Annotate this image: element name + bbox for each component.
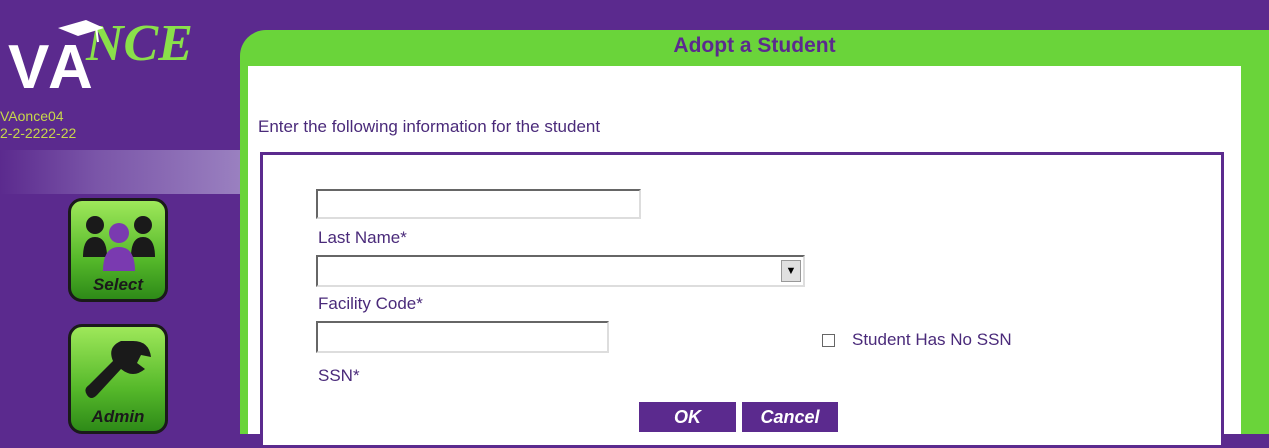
nav-select-button[interactable]: Select (68, 198, 168, 302)
svg-text:NCE: NCE (85, 15, 193, 72)
last-name-label: Last Name* (318, 228, 407, 247)
username: VAonce04 (0, 108, 64, 124)
user-id: 2-2-2222-22 (0, 125, 77, 141)
chevron-down-icon[interactable]: ▼ (781, 260, 801, 282)
ok-button[interactable]: OK (639, 402, 736, 432)
no-ssn-checkbox[interactable] (822, 334, 835, 347)
no-ssn-label: Student Has No SSN (852, 330, 1012, 349)
nav-admin-label: Admin (91, 407, 145, 426)
user-info: VAonce04 2-2-2222-22 (0, 108, 76, 142)
instruction-text: Enter the following information for the … (258, 117, 601, 136)
people-icon (83, 216, 155, 271)
sidebar-band (0, 150, 240, 194)
wrench-icon (85, 341, 151, 398)
svg-text:V: V (8, 33, 49, 100)
page-title: Adopt a Student (673, 34, 836, 57)
vance-logo: V A NCE (8, 10, 238, 102)
vance-logo-graphic: V A NCE (8, 15, 193, 102)
cancel-button[interactable]: Cancel (742, 402, 838, 432)
ssn-label: SSN* (318, 366, 360, 385)
nav-select-label: Select (92, 275, 144, 294)
sidebar: V A NCE VAonce04 2-2-2222-22 Select Admi… (0, 0, 240, 434)
last-name-input[interactable] (316, 189, 641, 219)
facility-code-select[interactable]: ▼ (316, 255, 805, 287)
ssn-input[interactable] (316, 321, 609, 353)
nav-admin-button[interactable]: Admin (68, 324, 168, 434)
facility-code-label: Facility Code* (318, 294, 423, 313)
